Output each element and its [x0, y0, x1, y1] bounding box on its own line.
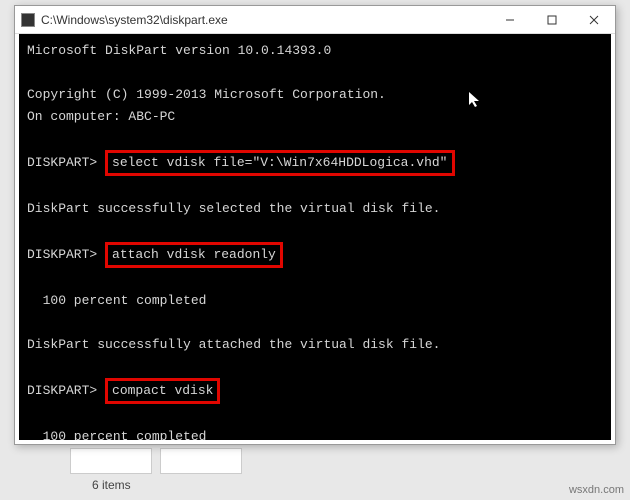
prompt: DISKPART>: [27, 247, 97, 262]
command-highlight: attach vdisk readonly: [105, 242, 283, 268]
command-1: select vdisk file="V:\Win7x64HDDLogica.v…: [112, 155, 447, 170]
result-3: 100 percent completed: [27, 429, 206, 440]
watermark: wsxdn.com: [569, 484, 624, 496]
mouse-cursor-icon: [452, 70, 481, 116]
command-highlight: compact vdisk: [105, 378, 220, 404]
result-2b: DiskPart successfully attached the virtu…: [27, 337, 440, 352]
close-button[interactable]: [573, 6, 615, 33]
console-output[interactable]: Microsoft DiskPart version 10.0.14393.0 …: [19, 34, 611, 440]
command-highlight: select vdisk file="V:\Win7x64HDDLogica.v…: [105, 150, 454, 176]
result-2: 100 percent completed: [27, 293, 206, 308]
command-3: compact vdisk: [112, 383, 213, 398]
titlebar[interactable]: C:\Windows\system32\diskpart.exe: [15, 6, 615, 34]
command-2: attach vdisk readonly: [112, 247, 276, 262]
close-icon: [589, 15, 599, 25]
app-icon: [21, 13, 35, 27]
explorer-thumb: [70, 448, 152, 474]
window-title: C:\Windows\system32\diskpart.exe: [41, 13, 489, 27]
result-1: DiskPart successfully selected the virtu…: [27, 201, 440, 216]
maximize-icon: [547, 15, 557, 25]
explorer-status: 6 items: [92, 478, 131, 492]
copyright-line: Copyright (C) 1999-2013 Microsoft Corpor…: [27, 87, 386, 102]
prompt: DISKPART>: [27, 155, 97, 170]
prompt: DISKPART>: [27, 383, 97, 398]
explorer-thumb: [160, 448, 242, 474]
console-window: C:\Windows\system32\diskpart.exe Microso…: [14, 5, 616, 445]
computer-line: On computer: ABC-PC: [27, 109, 175, 124]
minimize-button[interactable]: [489, 6, 531, 33]
maximize-button[interactable]: [531, 6, 573, 33]
version-line: Microsoft DiskPart version 10.0.14393.0: [27, 43, 331, 58]
minimize-icon: [505, 15, 515, 25]
window-controls: [489, 6, 615, 33]
